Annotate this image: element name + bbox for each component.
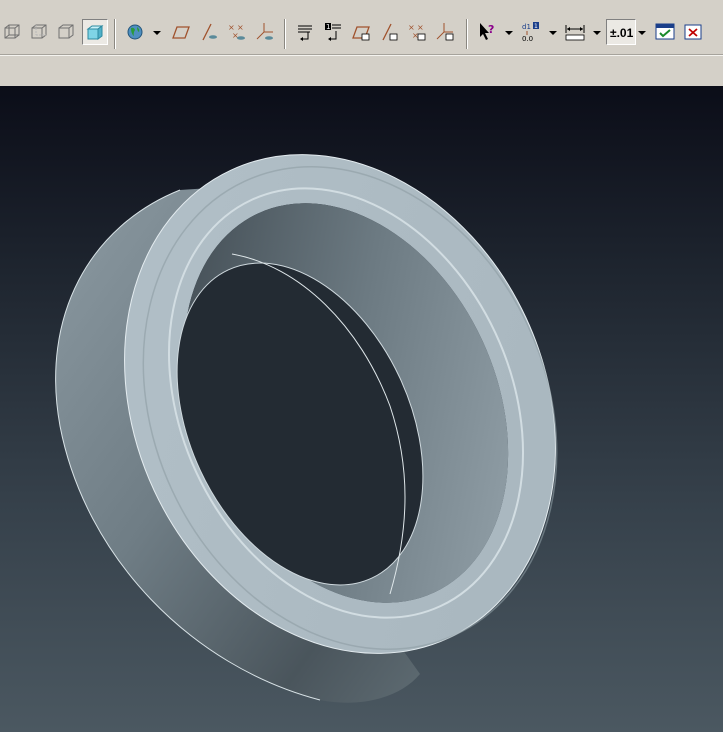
datum-planes-button[interactable] (168, 19, 194, 45)
spin-center-button[interactable] (122, 19, 148, 45)
no-hidden-display-button[interactable] (54, 19, 80, 45)
window-activate-button[interactable] (652, 19, 678, 45)
datum-axis-icon (202, 23, 217, 41)
annotation-csys-icon (436, 23, 454, 41)
tolerance-button[interactable]: ±.01 (606, 19, 636, 45)
dimension-switch-button[interactable]: d1 1 0.0 (518, 19, 544, 45)
annotation-csys-button[interactable] (432, 19, 458, 45)
no-hidden-icon (58, 24, 74, 39)
svg-text:1: 1 (534, 23, 538, 30)
csys-icon (256, 23, 273, 40)
annotation-axes-button[interactable] (376, 19, 402, 45)
svg-text:0.0: 0.0 (522, 35, 533, 43)
ring-model[interactable] (0, 86, 723, 732)
datum-point-icon: × × × (228, 23, 245, 40)
toolbar-separator (284, 19, 286, 49)
whats-this-icon: ? (480, 23, 494, 40)
toolbar-separator (114, 19, 116, 49)
measure-button[interactable] (562, 19, 588, 45)
svg-text:?: ? (488, 23, 494, 36)
wireframe-display-button[interactable] (0, 19, 26, 45)
close-window-button[interactable] (680, 19, 706, 45)
toolbar: × × × 1 × × × ? d1 1 0.0 ±.01 (0, 0, 723, 87)
annotation-planes-button[interactable] (348, 19, 374, 45)
measure-icon (565, 25, 585, 41)
spin-center-dropdown[interactable] (152, 19, 162, 45)
graphics-viewport[interactable] (0, 86, 723, 732)
dimension-switch-icon: d1 1 0.0 (522, 22, 539, 43)
toolbar-divider-highlight (0, 55, 723, 56)
whats-this-dropdown[interactable] (504, 19, 514, 45)
annotation-axis-icon (382, 23, 398, 41)
notes-button[interactable] (292, 19, 318, 45)
coordinate-systems-button[interactable] (252, 19, 278, 45)
note-numbers-icon: 1 (325, 23, 341, 41)
annotation-point-icon: × × × (408, 23, 426, 41)
wireframe-icon (4, 24, 20, 39)
measure-dropdown[interactable] (592, 19, 602, 45)
tolerance-dropdown[interactable] (637, 19, 647, 45)
notes-icon (298, 25, 312, 41)
shaded-display-button[interactable] (82, 19, 108, 45)
globe-icon (127, 24, 143, 40)
datum-plane-icon (172, 26, 190, 39)
toolbar-separator (466, 19, 468, 49)
annotation-points-button[interactable]: × × × (404, 19, 430, 45)
tolerance-label: ±.01 (610, 26, 634, 40)
window-activate-icon (655, 23, 675, 40)
note-numbers-button[interactable]: 1 (320, 19, 346, 45)
annotation-plane-icon (352, 26, 370, 41)
whats-this-button[interactable]: ? (474, 19, 500, 45)
hidden-line-icon (31, 24, 47, 39)
datum-points-button[interactable]: × × × (224, 19, 250, 45)
svg-text:d1: d1 (522, 23, 531, 31)
toolbar-row: × × × 1 × × × ? d1 1 0.0 ±.01 (0, 17, 723, 55)
dimension-switch-dropdown[interactable] (548, 19, 558, 45)
datum-axes-button[interactable] (196, 19, 222, 45)
close-icon (684, 24, 702, 40)
svg-text:1: 1 (326, 23, 330, 31)
shaded-cube-icon (86, 25, 104, 40)
hidden-line-display-button[interactable] (27, 19, 53, 45)
